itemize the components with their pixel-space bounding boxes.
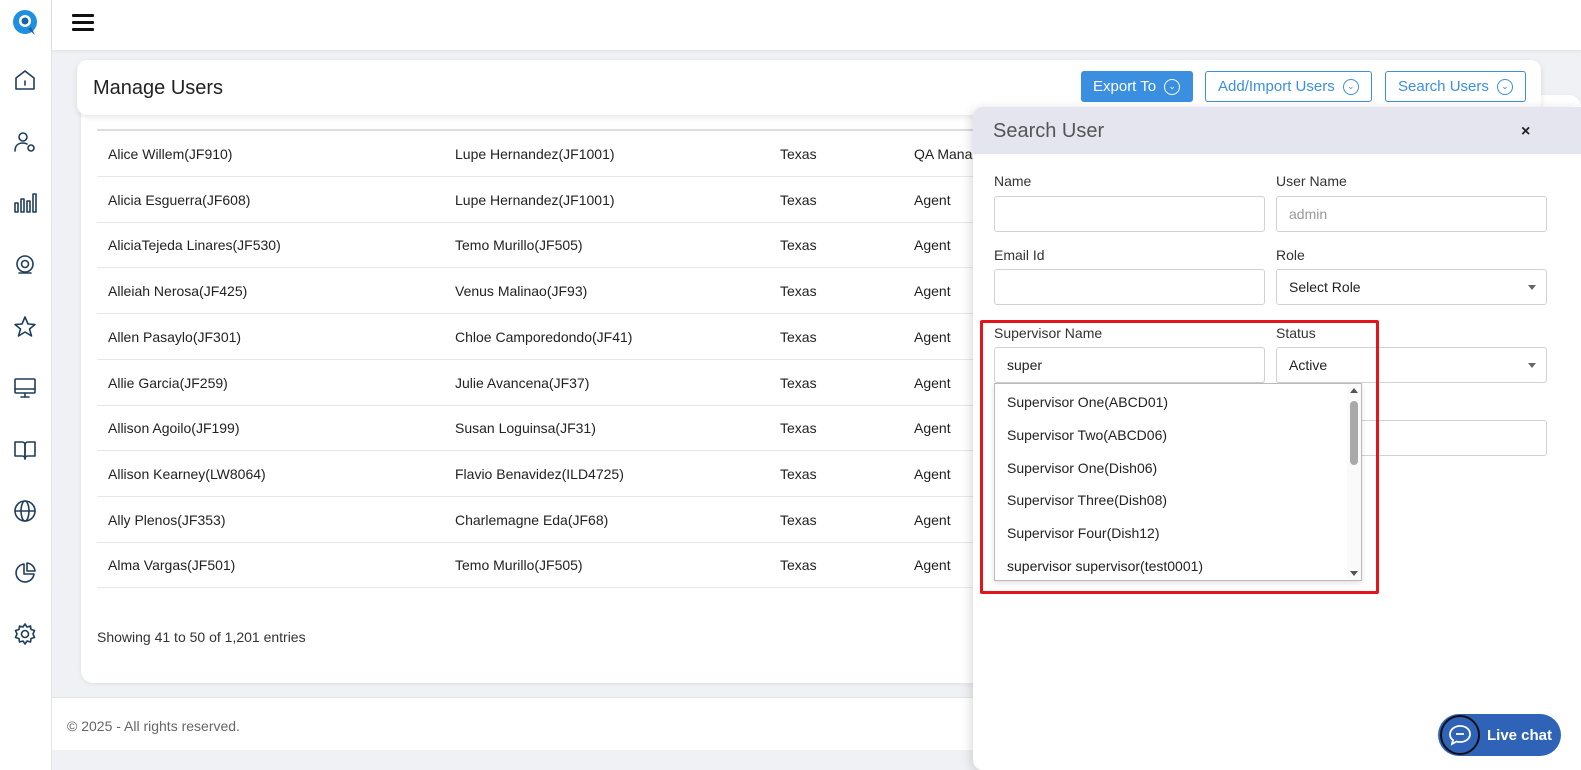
location-cell: Texas bbox=[780, 237, 817, 254]
location-cell: Texas bbox=[780, 420, 817, 437]
supervisor-cell: Susan Loguinsa(JF31) bbox=[455, 420, 596, 437]
copyright-text: © 2025 - All rights reserved. bbox=[67, 718, 240, 734]
star-icon[interactable] bbox=[12, 314, 38, 340]
close-icon[interactable]: × bbox=[1521, 123, 1530, 141]
role-cell: Agent bbox=[914, 374, 951, 391]
supervisor-cell: Charlemagne Eda(JF68) bbox=[455, 511, 609, 528]
user-name-cell: Ally Plenos(JF353) bbox=[108, 511, 226, 528]
role-cell: Agent bbox=[914, 557, 951, 574]
supervisor-cell: Julie Avancena(JF37) bbox=[455, 374, 590, 391]
role-cell: Agent bbox=[914, 420, 951, 437]
user-name-cell: Alice Willem(JF910) bbox=[108, 146, 233, 162]
role-cell: Agent bbox=[914, 283, 951, 300]
user-name-cell: Allen Pasaylo(JF301) bbox=[108, 328, 242, 345]
headset-icon[interactable] bbox=[12, 252, 38, 278]
email-label: Email Id bbox=[994, 247, 1045, 263]
location-cell: Texas bbox=[780, 557, 817, 574]
supervisor-cell: Chloe Camporedondo(JF41) bbox=[455, 328, 633, 345]
supervisor-cell: Lupe Hernandez(JF1001) bbox=[455, 191, 615, 208]
pie-chart-icon[interactable] bbox=[12, 560, 38, 586]
dropdown-scrollbar[interactable] bbox=[1347, 384, 1361, 580]
user-name-cell: Allison Agoilo(JF199) bbox=[108, 420, 240, 437]
gear-icon[interactable] bbox=[12, 621, 38, 647]
app-logo-icon[interactable] bbox=[11, 9, 39, 37]
user-name-cell: Alma Vargas(JF501) bbox=[108, 557, 236, 574]
suggestion-item[interactable]: Supervisor Two(ABCD06) bbox=[1007, 427, 1167, 443]
pagination-info: Showing 41 to 50 of 1,201 entries bbox=[97, 629, 306, 645]
export-to-button[interactable]: Export To ⌄ bbox=[1081, 71, 1193, 102]
location-cell: Texas bbox=[780, 283, 817, 300]
status-label: Status bbox=[1276, 325, 1316, 341]
username-input[interactable]: admin bbox=[1276, 196, 1547, 232]
name-label: Name bbox=[994, 173, 1032, 189]
role-cell: Agent bbox=[914, 465, 951, 482]
location-cell: Texas bbox=[780, 328, 817, 345]
location-cell: Texas bbox=[780, 465, 817, 482]
user-name-cell: Allison Kearney(LW8064) bbox=[108, 465, 266, 482]
suggestion-item[interactable]: Supervisor Four(Dish12) bbox=[1007, 525, 1160, 541]
role-cell: QA Mana bbox=[914, 146, 973, 162]
hamburger-menu-icon[interactable] bbox=[72, 14, 94, 34]
status-select[interactable]: Active bbox=[1276, 347, 1547, 383]
live-chat-button[interactable]: Live chat bbox=[1438, 714, 1561, 756]
location-cell: Texas bbox=[780, 146, 817, 162]
supervisor-cell: Venus Malinao(JF93) bbox=[455, 283, 588, 300]
location-cell: Texas bbox=[780, 191, 817, 208]
book-icon[interactable] bbox=[12, 437, 38, 463]
location-cell: Texas bbox=[780, 374, 817, 391]
suggestion-item[interactable]: Supervisor Three(Dish08) bbox=[1007, 492, 1167, 508]
supervisor-cell: Temo Murillo(JF505) bbox=[455, 557, 583, 574]
top-bar bbox=[52, 0, 1581, 50]
search-panel-header: Search User × bbox=[973, 107, 1581, 154]
caret-down-icon bbox=[1528, 363, 1536, 368]
home-icon[interactable] bbox=[12, 67, 38, 93]
role-cell: Agent bbox=[914, 191, 951, 208]
user-name-cell: Alicia Esguerra(JF608) bbox=[108, 191, 251, 208]
search-user-panel: Search User × Name User Name admin Email… bbox=[973, 107, 1581, 770]
name-input[interactable] bbox=[994, 196, 1265, 232]
supervisor-cell: Lupe Hernandez(JF1001) bbox=[455, 146, 615, 162]
role-label: Role bbox=[1276, 247, 1305, 263]
scrollbar-thumb[interactable] bbox=[1350, 401, 1358, 465]
supervisor-cell: Temo Murillo(JF505) bbox=[455, 237, 583, 254]
scroll-up-icon[interactable] bbox=[1350, 388, 1358, 393]
page-title: Manage Users bbox=[93, 77, 224, 99]
role-select[interactable]: Select Role bbox=[1276, 269, 1547, 305]
role-cell: Agent bbox=[914, 328, 951, 345]
user-name-cell: AliciaTejeda Linares(JF530) bbox=[108, 237, 281, 254]
scroll-down-icon[interactable] bbox=[1350, 571, 1358, 576]
user-name-cell: Allie Garcia(JF259) bbox=[108, 374, 228, 391]
supervisor-name-input[interactable]: super bbox=[994, 347, 1265, 383]
username-label: User Name bbox=[1276, 173, 1347, 189]
suggestion-item[interactable]: supervisor supervisor(test0001) bbox=[1007, 558, 1203, 574]
sidebar bbox=[0, 0, 52, 770]
globe-icon[interactable] bbox=[12, 498, 38, 524]
supervisor-suggestions-dropdown: Supervisor One(ABCD01) Supervisor Two(AB… bbox=[994, 383, 1362, 581]
bar-chart-icon[interactable] bbox=[12, 190, 38, 216]
supervisor-name-label: Supervisor Name bbox=[994, 325, 1103, 341]
search-users-button[interactable]: Search Users ⌄ bbox=[1385, 71, 1526, 102]
suggestion-item[interactable]: Supervisor One(ABCD01) bbox=[1007, 394, 1168, 410]
search-panel-title: Search User bbox=[993, 120, 1105, 142]
suggestion-item[interactable]: Supervisor One(Dish06) bbox=[1007, 460, 1157, 476]
chevron-down-icon: ⌄ bbox=[1164, 78, 1181, 95]
add-import-users-button[interactable]: Add/Import Users ⌄ bbox=[1205, 71, 1372, 102]
user-name-cell: Alleiah Nerosa(JF425) bbox=[108, 283, 248, 300]
caret-down-icon bbox=[1528, 285, 1536, 290]
supervisor-cell: Flavio Benavidez(ILD4725) bbox=[455, 465, 624, 482]
monitor-icon[interactable] bbox=[12, 375, 38, 401]
chevron-down-icon: ⌄ bbox=[1342, 78, 1359, 95]
chevron-down-icon: ⌄ bbox=[1496, 78, 1513, 95]
user-settings-icon[interactable] bbox=[12, 129, 38, 155]
chat-bubble-icon bbox=[1440, 715, 1480, 755]
live-chat-label: Live chat bbox=[1487, 727, 1553, 744]
role-cell: Agent bbox=[914, 511, 951, 528]
location-cell: Texas bbox=[780, 511, 817, 528]
role-cell: Agent bbox=[914, 237, 951, 254]
email-input[interactable] bbox=[994, 269, 1265, 305]
